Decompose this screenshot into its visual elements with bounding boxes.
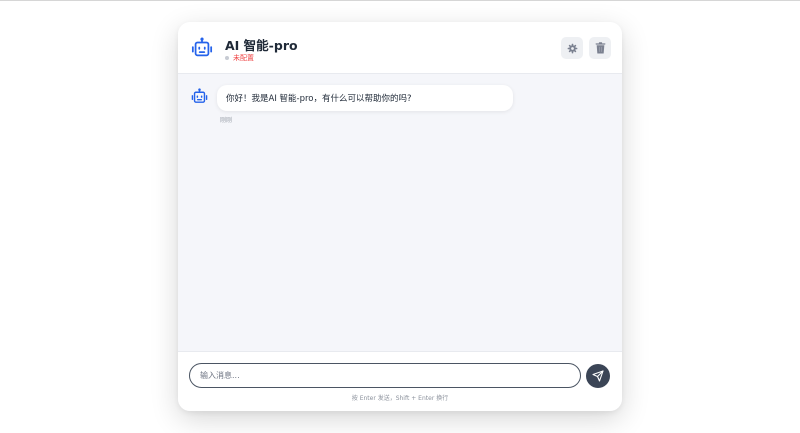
input-area: 按 Enter 发送，Shift + Enter 换行 — [178, 351, 622, 411]
robot-icon — [191, 37, 213, 59]
chat-window: AI 智能-pro 未配置 你好！我是AI 智能-pro，有什么可以帮助你的吗?… — [178, 22, 622, 411]
status-dot — [225, 56, 229, 60]
clear-chat-button[interactable] — [589, 37, 611, 59]
message-timestamp: 刚刚 — [220, 117, 233, 124]
status-indicator: 未配置 — [225, 53, 254, 63]
input-hint: 按 Enter 发送，Shift + Enter 换行 — [351, 395, 449, 402]
send-button[interactable] — [586, 364, 610, 388]
message-input[interactable] — [189, 363, 581, 388]
gear-icon — [567, 39, 578, 58]
robot-icon — [191, 88, 208, 105]
chat-header: AI 智能-pro 未配置 — [178, 22, 622, 74]
assistant-message-bubble: 你好！我是AI 智能-pro，有什么可以帮助你的吗? — [217, 85, 513, 111]
trash-icon — [595, 39, 606, 58]
status-text: 未配置 — [233, 54, 254, 62]
settings-button[interactable] — [561, 37, 583, 59]
message-text: 你好！我是AI 智能-pro，有什么可以帮助你的吗? — [226, 94, 412, 104]
chat-title: AI 智能-pro — [225, 38, 298, 53]
send-icon — [592, 367, 604, 386]
